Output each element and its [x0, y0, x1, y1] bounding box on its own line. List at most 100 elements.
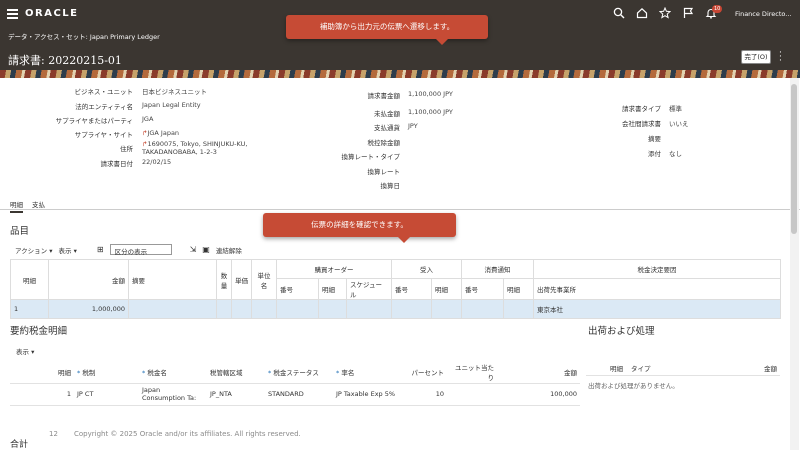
column-header[interactable]: 明細 [586, 361, 626, 376]
decorative-banner [0, 70, 800, 78]
search-icon[interactable] [612, 6, 626, 20]
tab-payments[interactable]: 支払 [32, 199, 45, 209]
field-label: 会社間請求書 [622, 120, 661, 128]
view-label: 表示 [16, 348, 29, 356]
tooltip-callout-top: 補助簿から出力元の伝票へ遷移します。 [286, 15, 488, 45]
column-header[interactable]: * 税金ステータス [265, 361, 333, 384]
page-title: 請求書: 20220215-01 [8, 54, 122, 67]
field-label: 支払通貨 [374, 124, 400, 132]
column-header[interactable]: * 税金名 [139, 361, 207, 384]
chevron-down-icon: ▾ [31, 348, 35, 356]
column-header[interactable]: 税管轄区域 [207, 361, 265, 384]
tab-lines[interactable]: 明細 [10, 199, 23, 213]
column-header[interactable]: 単位名 [251, 259, 277, 300]
tab-bar: 明細 支払 [0, 196, 800, 213]
field-label: サプライヤ・サイト [74, 131, 133, 139]
tooltip-callout-middle: 伝票の詳細を確認できます。 [263, 213, 456, 243]
more-options-icon[interactable]: · · · [779, 49, 782, 66]
column-header[interactable]: * 税制 [74, 361, 139, 384]
cell-regime: JP CT [74, 383, 139, 406]
field-value: なし [669, 150, 682, 158]
column-header[interactable]: 明細 [10, 259, 49, 300]
done-button[interactable]: 完了(O) [741, 50, 771, 64]
field-label: 請求書タイプ [622, 105, 661, 113]
detach-button[interactable]: 連結解除 [216, 245, 242, 255]
field-value: 22/02/15 [142, 158, 172, 166]
field-value: JPY [408, 122, 418, 130]
column-header[interactable]: 明細 [503, 278, 534, 300]
menu-icon[interactable] [7, 9, 18, 19]
column-header[interactable]: 明細 [318, 278, 347, 300]
column-header[interactable]: タイプ [626, 361, 718, 376]
oracle-logo: ORACLE [25, 8, 79, 19]
actions-menu[interactable]: アクション ▾ [15, 245, 53, 255]
field-label: 法的エンティティ名 [75, 103, 133, 111]
address-value: ↱1690075, Tokyo, SHINJUKU-KU, TAKADANOBA… [142, 140, 272, 156]
cell-line: 1 [10, 299, 49, 319]
column-header[interactable]: 金額 [717, 361, 780, 376]
field-label: 住所 [120, 145, 133, 153]
column-group-header: 受入 [391, 259, 462, 279]
table-row[interactable]: 1 JP CT Japan Consumption Ta: JP_NTA STA… [10, 383, 580, 406]
column-header[interactable]: 番号 [391, 278, 432, 300]
column-header[interactable]: 出荷先事業所 [533, 278, 781, 300]
field-value: いいえ [669, 120, 689, 128]
column-header[interactable]: 摘要 [128, 259, 217, 300]
field-label: 未払金額 [374, 110, 400, 118]
column-header[interactable]: 単価 [231, 259, 252, 300]
column-header[interactable]: パーセント [407, 361, 447, 384]
cell-amount: 100,000 [497, 383, 580, 406]
field-value: 1690075, Tokyo, SHINJUKU-KU, TAKADANOBAB… [142, 140, 248, 156]
callout-text: 補助簿から出力元の伝票へ遷移します。 [319, 22, 455, 31]
chevron-down-icon: ▾ [49, 246, 53, 255]
totals-section-title: 合計 [10, 440, 29, 450]
favorites-star-icon[interactable] [658, 6, 672, 20]
supplier-site-link[interactable]: ↱JGA Japan [142, 129, 179, 137]
home-icon[interactable] [635, 6, 649, 20]
column-header[interactable]: ユニット当たり [447, 361, 497, 384]
field-value: 1,100,000 JPY [408, 90, 453, 98]
flag-icon[interactable] [681, 6, 695, 20]
column-header[interactable]: 金額 [497, 361, 580, 384]
chevron-down-icon: ▾ [73, 246, 77, 255]
column-header[interactable]: 番号 [276, 278, 319, 300]
cell-status: STANDARD [265, 383, 333, 406]
column-header[interactable]: 明細 [431, 278, 462, 300]
detach-icon[interactable]: ▣ [202, 245, 210, 254]
table-row[interactable]: 1 1,000,000 東京本社 [10, 299, 781, 319]
filter-select[interactable]: 区分の表示 [109, 244, 172, 256]
column-group-header: 消費通知 [461, 259, 534, 279]
shipping-table: 明細 タイプ 金額 [586, 361, 780, 376]
cell-jurisdiction: JP_NTA [207, 383, 265, 406]
column-header[interactable]: 番号 [461, 278, 504, 300]
lines-toolbar: アクション ▾ 表示 ▾ ⊞ 区分の表示 ⇲ ▣ 連結解除 [15, 244, 242, 256]
field-value: JGA [142, 115, 154, 123]
column-header[interactable]: 数量 [216, 259, 232, 300]
column-header[interactable]: スケジュール [346, 278, 392, 300]
view-menu[interactable]: 表示 ▾ [59, 245, 77, 255]
field-value: Japan Legal Entity [142, 101, 201, 109]
export-icon[interactable]: ⇲ [190, 245, 197, 254]
query-by-example-icon[interactable]: ⊞ [97, 245, 104, 254]
copyright-text: Copyright © 2025 Oracle and/or its affil… [74, 430, 301, 438]
user-menu[interactable]: Finance Directo... [735, 10, 791, 18]
view-label: 表示 [58, 246, 72, 255]
tax-view-menu[interactable]: 表示 ▾ [16, 346, 34, 356]
column-header[interactable]: * 率名 [333, 361, 407, 384]
field-value: 1,100,000 JPY [408, 108, 453, 116]
field-value: 標準 [669, 105, 682, 113]
actions-label: アクション [15, 246, 48, 255]
field-label: ビジネス・ユニット [74, 88, 134, 96]
scrollbar-thumb[interactable] [791, 84, 797, 234]
field-label: サプライヤまたはパーティ [55, 117, 133, 125]
cell-percent: 10 [407, 383, 447, 406]
column-header[interactable]: 金額 [48, 259, 129, 300]
field-value: 日本ビジネスユニット [142, 88, 207, 96]
column-group-header: 購買オーダー [276, 259, 392, 279]
field-label: 請求書金額 [367, 92, 401, 100]
column-header[interactable]: 明細 [10, 361, 74, 384]
global-header: ORACLE データ・アクセス・セット: Japan Primary Ledge… [0, 0, 800, 78]
field-label: 摘要 [648, 135, 661, 143]
cell-amount: 1,000,000 [48, 299, 129, 319]
notification-count-badge: 10 [712, 5, 723, 13]
